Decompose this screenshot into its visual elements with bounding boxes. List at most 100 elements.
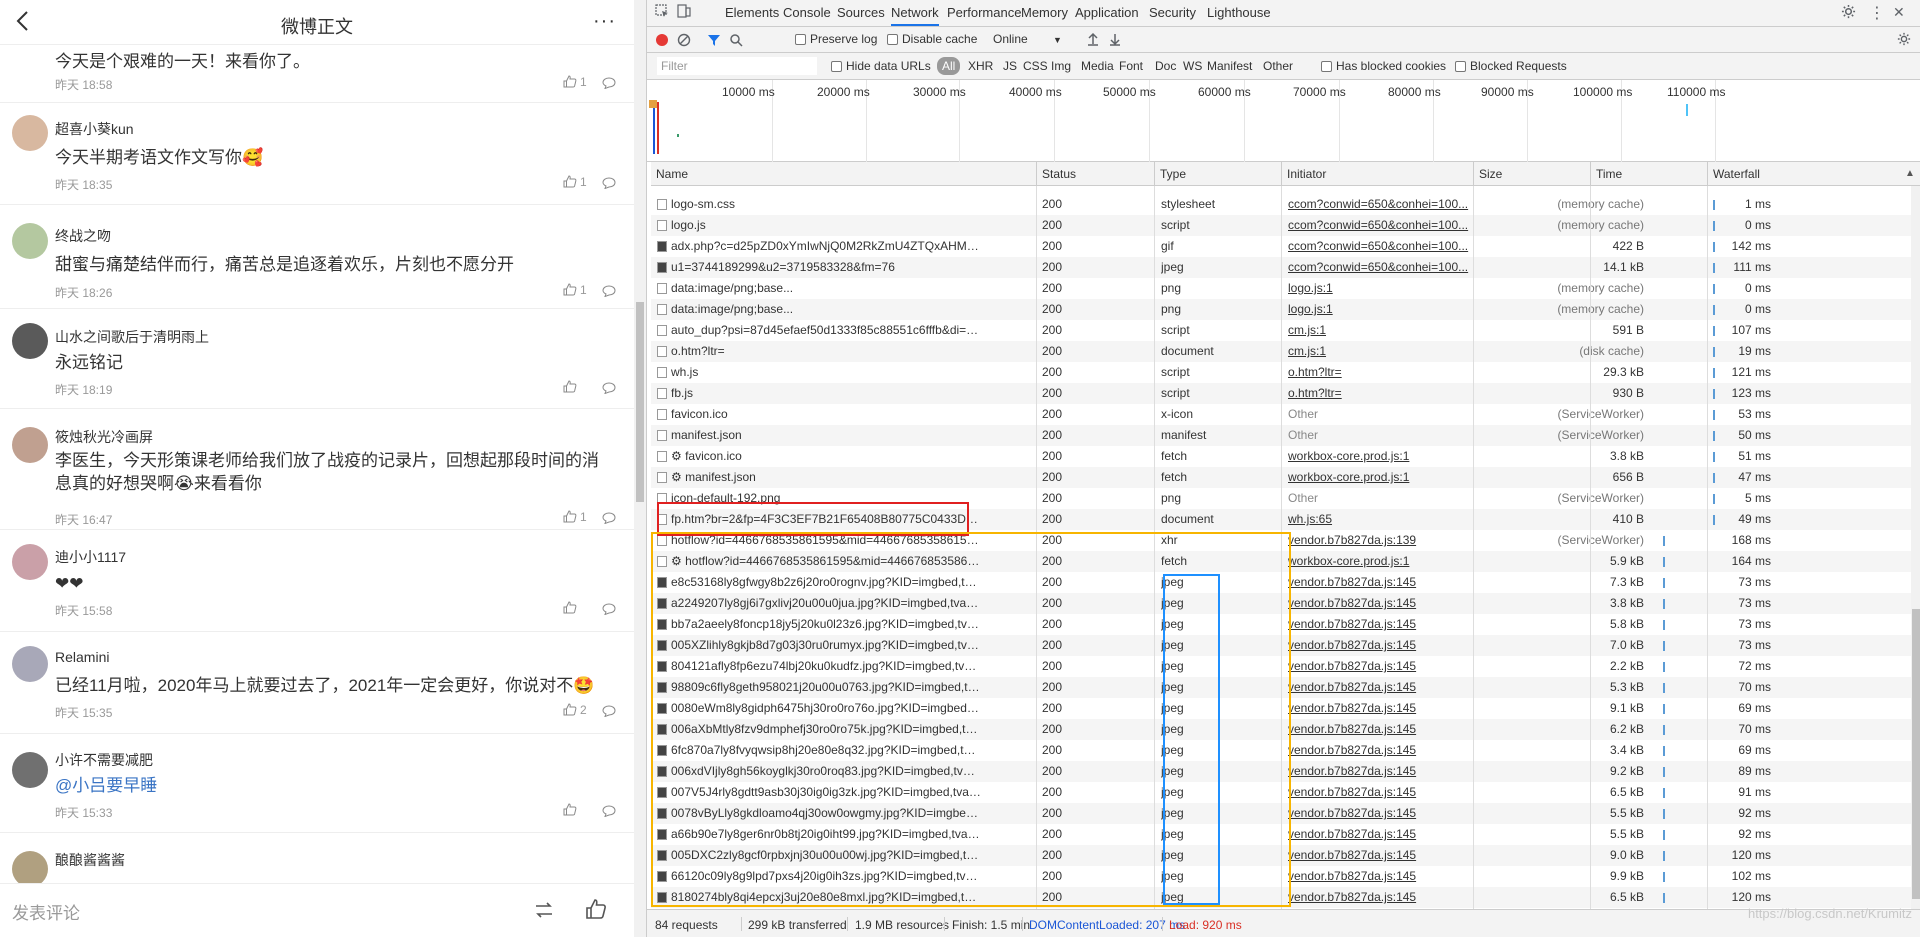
repost-icon[interactable]: [533, 900, 555, 920]
request-initiator[interactable]: vendor.b7b827da.js:145: [1288, 677, 1473, 698]
comment-author[interactable]: 小许不需要减肥: [55, 750, 153, 770]
avatar[interactable]: [12, 646, 48, 682]
request-initiator[interactable]: Other: [1288, 404, 1473, 425]
request-initiator[interactable]: vendor.b7b827da.js:145: [1288, 782, 1473, 803]
request-initiator[interactable]: vendor.b7b827da.js:145: [1288, 803, 1473, 824]
request-initiator[interactable]: vendor.b7b827da.js:145: [1288, 635, 1473, 656]
request-initiator[interactable]: logo.js:1: [1288, 278, 1473, 299]
comment-like-button[interactable]: 1: [563, 75, 587, 89]
request-initiator[interactable]: cm.js:1: [1288, 341, 1473, 362]
request-initiator[interactable]: ccom?conwid=650&conhei=100...: [1288, 215, 1473, 236]
filter-type-css[interactable]: CSS: [1023, 59, 1048, 73]
request-initiator[interactable]: cm.js:1: [1288, 320, 1473, 341]
comment-author[interactable]: 筱烛秋光冷画屏: [55, 427, 153, 447]
gear-icon[interactable]: [1841, 4, 1856, 22]
comment-author[interactable]: 山水之间歌后于清明雨上: [55, 327, 209, 347]
tab-lighthouse[interactable]: Lighthouse: [1207, 0, 1271, 26]
request-initiator[interactable]: vendor.b7b827da.js:145: [1288, 824, 1473, 845]
left-scrollbar-thumb[interactable]: [636, 302, 644, 502]
close-icon[interactable]: ✕: [1893, 4, 1905, 21]
comment-input[interactable]: 发表评论: [12, 899, 80, 924]
disable-cache-checkbox[interactable]: Disable cache: [887, 32, 977, 46]
sort-up-icon[interactable]: ▲: [1905, 168, 1915, 179]
request-initiator[interactable]: ccom?conwid=650&conhei=100...: [1288, 236, 1473, 257]
filter-type-media[interactable]: Media: [1081, 59, 1114, 73]
table-scrollbar-thumb[interactable]: [1912, 609, 1920, 899]
inspect-icon[interactable]: [655, 4, 669, 21]
column-header-size[interactable]: Size: [1473, 162, 1590, 186]
request-initiator[interactable]: Other: [1288, 425, 1473, 446]
comment-author[interactable]: 酿酿酱酱酱: [55, 850, 125, 870]
comment-like-button[interactable]: 1: [563, 175, 587, 189]
request-initiator[interactable]: vendor.b7b827da.js:145: [1288, 866, 1473, 887]
thumbs-up-icon[interactable]: [585, 898, 607, 920]
throttle-select[interactable]: Online ▼: [993, 32, 1062, 46]
filter-type-doc[interactable]: Doc: [1155, 59, 1176, 73]
request-initiator[interactable]: logo.js:1: [1288, 299, 1473, 320]
column-header-waterfall[interactable]: Waterfall: [1707, 162, 1920, 186]
column-header-status[interactable]: Status: [1036, 162, 1154, 186]
comment-reply-icon[interactable]: [602, 805, 616, 818]
column-header-name[interactable]: Name: [651, 162, 1036, 186]
request-initiator[interactable]: workbox-core.prod.js:1: [1288, 446, 1473, 467]
filter-input[interactable]: [657, 57, 817, 75]
comment-like-button[interactable]: [563, 803, 580, 817]
avatar[interactable]: [12, 223, 48, 259]
comment-like-button[interactable]: [563, 601, 580, 615]
request-initiator[interactable]: vendor.b7b827da.js:145: [1288, 614, 1473, 635]
avatar[interactable]: [12, 427, 48, 463]
request-initiator[interactable]: o.htm?ltr=: [1288, 383, 1473, 404]
filter-type-js[interactable]: JS: [1003, 59, 1017, 73]
comment-reply-icon[interactable]: [602, 603, 616, 616]
clear-icon[interactable]: [677, 33, 691, 50]
filter-icon[interactable]: [707, 33, 721, 50]
table-scrollbar[interactable]: [1911, 186, 1920, 909]
comment-reply-icon[interactable]: [602, 705, 616, 718]
tab-elements[interactable]: Elements: [725, 0, 779, 26]
comment-author[interactable]: 超喜小葵kun: [55, 119, 134, 139]
comment-like-button[interactable]: 2: [563, 703, 587, 717]
filter-type-ws[interactable]: WS: [1183, 59, 1202, 73]
preserve-log-checkbox[interactable]: Preserve log: [795, 32, 877, 46]
hide-data-urls-checkbox[interactable]: Hide data URLs: [831, 59, 931, 73]
tab-console[interactable]: Console: [783, 0, 831, 26]
request-initiator[interactable]: vendor.b7b827da.js:145: [1288, 656, 1473, 677]
comment-reply-icon[interactable]: [602, 382, 616, 395]
comment-reply-icon[interactable]: [602, 77, 616, 90]
filter-type-img[interactable]: Img: [1051, 59, 1071, 73]
request-initiator[interactable]: wh.js:65: [1288, 509, 1473, 530]
avatar[interactable]: [12, 544, 48, 580]
device-toggle-icon[interactable]: [677, 4, 691, 21]
comment-reply-icon[interactable]: [602, 512, 616, 525]
comment-like-button[interactable]: 1: [563, 510, 587, 524]
request-initiator[interactable]: vendor.b7b827da.js:145: [1288, 572, 1473, 593]
search-icon[interactable]: [729, 33, 743, 50]
kebab-menu-icon[interactable]: ⋮: [1869, 3, 1885, 23]
left-scrollbar[interactable]: [634, 0, 646, 937]
tab-network[interactable]: Network: [891, 0, 939, 26]
request-initiator[interactable]: Other: [1288, 488, 1473, 509]
request-initiator[interactable]: o.htm?ltr=: [1288, 362, 1473, 383]
more-icon[interactable]: ···: [593, 10, 616, 33]
network-settings-gear-icon[interactable]: [1897, 32, 1911, 49]
tab-application[interactable]: Application: [1075, 0, 1139, 26]
filter-type-manifest[interactable]: Manifest: [1207, 59, 1252, 73]
request-initiator[interactable]: vendor.b7b827da.js:145: [1288, 593, 1473, 614]
has-blocked-cookies-checkbox[interactable]: Has blocked cookies: [1321, 59, 1446, 73]
blocked-requests-checkbox[interactable]: Blocked Requests: [1455, 59, 1567, 73]
avatar[interactable]: [12, 851, 48, 883]
filter-type-font[interactable]: Font: [1119, 59, 1143, 73]
comment-reply-icon[interactable]: [602, 285, 616, 298]
request-initiator[interactable]: ccom?conwid=650&conhei=100...: [1288, 257, 1473, 278]
tab-memory[interactable]: Memory: [1021, 0, 1068, 26]
tab-security[interactable]: Security: [1149, 0, 1196, 26]
request-initiator[interactable]: ccom?conwid=650&conhei=100...: [1288, 194, 1473, 215]
export-har-icon[interactable]: [1109, 32, 1121, 49]
filter-all-button[interactable]: All: [937, 57, 961, 75]
comment-like-button[interactable]: 1: [563, 283, 587, 297]
comment-like-button[interactable]: [563, 380, 580, 394]
import-har-icon[interactable]: [1087, 32, 1099, 49]
column-header-initiator[interactable]: Initiator: [1281, 162, 1473, 186]
request-initiator[interactable]: workbox-core.prod.js:1: [1288, 551, 1473, 572]
comment-author[interactable]: Relamini: [55, 649, 109, 665]
